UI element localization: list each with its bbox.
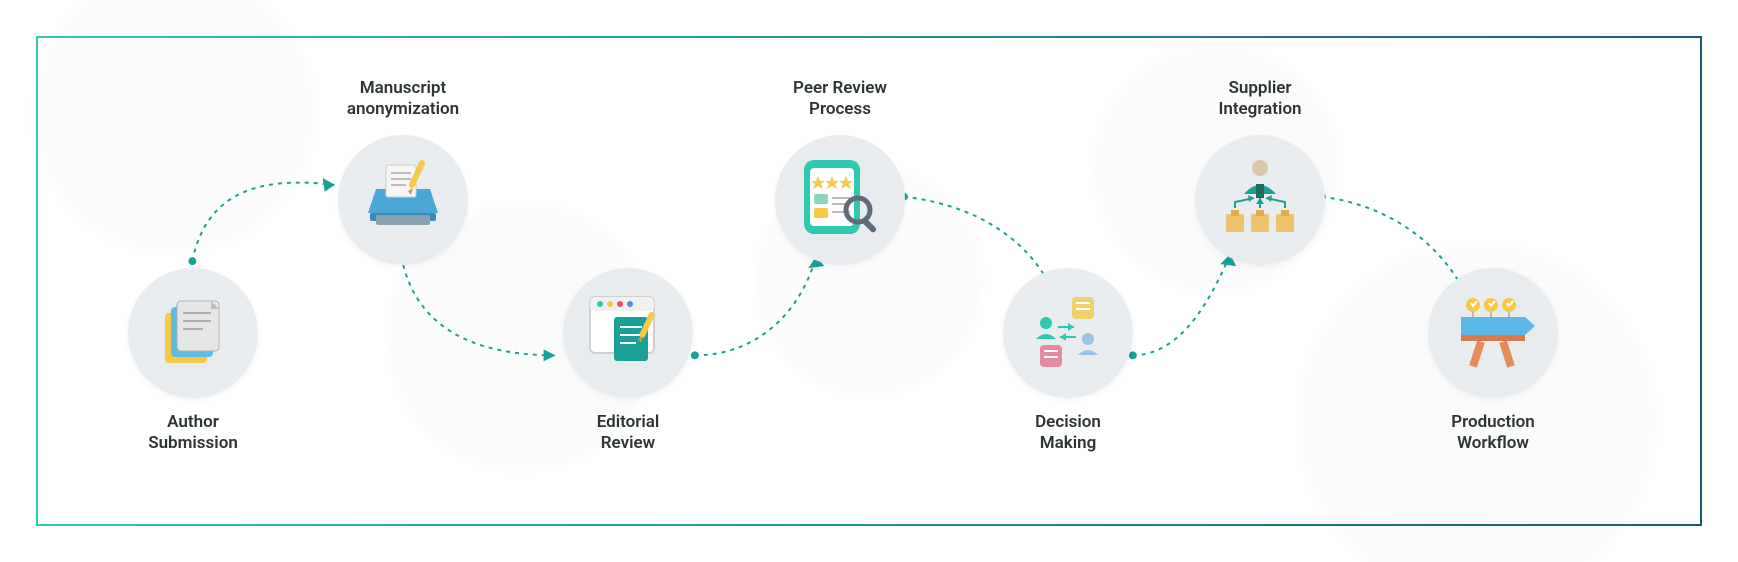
supplier-integration-icon [1195,135,1325,265]
step-editorial-review: EditorialReview [538,268,718,455]
editorial-review-icon [563,268,693,398]
diagram-frame: AuthorSubmission Manuscriptanonymization [36,36,1702,526]
step-label: Peer ReviewProcess [793,78,887,121]
step-label: Manuscriptanonymization [347,78,459,121]
step-author-submission: AuthorSubmission [103,268,283,455]
peer-review-icon [775,135,905,265]
manuscript-anonymization-icon [338,135,468,265]
step-peer-review-process: Peer ReviewProcess [750,78,930,265]
step-label: EditorialReview [597,412,660,455]
step-manuscript-anonymization: Manuscriptanonymization [313,78,493,265]
production-workflow-icon [1428,268,1558,398]
step-decision-making: DecisionMaking [978,268,1158,455]
step-label: AuthorSubmission [148,412,238,455]
step-supplier-integration: SupplierIntegration [1170,78,1350,265]
step-production-workflow: ProductionWorkflow [1403,268,1583,455]
step-label: SupplierIntegration [1218,78,1301,121]
decision-making-icon [1003,268,1133,398]
step-label: DecisionMaking [1035,412,1101,455]
step-label: ProductionWorkflow [1451,412,1535,455]
author-submission-icon [128,268,258,398]
diagram-stage: AuthorSubmission Manuscriptanonymization [58,58,1680,504]
